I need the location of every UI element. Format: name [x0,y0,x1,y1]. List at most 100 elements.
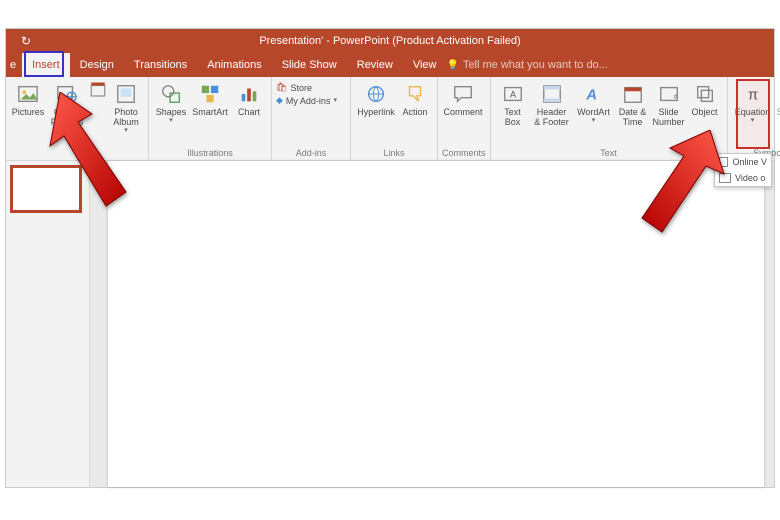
photo-album-button[interactable]: Photo Album ▾ [108,79,144,134]
chart-label: Chart [238,108,260,118]
ribbon: Pictures Online Pictures [6,77,774,161]
dropdown-caret-icon: ▾ [124,126,128,134]
action-button[interactable]: Action [397,79,433,118]
slide-canvas-area[interactable] [90,161,774,487]
smartart-icon [197,81,223,107]
redo-icon[interactable]: ↻ [21,34,31,48]
slide-number-button[interactable]: # Slide Number [651,79,687,128]
video-on-pc-item[interactable]: Video o [715,170,771,186]
pictures-button[interactable]: Pictures [10,79,46,118]
store-icon: 🛍 [276,82,287,93]
header-footer-label: Header & Footer [534,108,569,128]
comment-icon [450,81,476,107]
chart-button[interactable]: Chart [231,79,267,118]
group-images: Pictures Online Pictures [6,77,149,160]
tab-review[interactable]: Review [347,53,403,77]
hyperlink-button[interactable]: Hyperlink [355,79,397,118]
title-bar: ↻ Presentation' - PowerPoint (Product Ac… [6,29,774,53]
text-box-label: Text Box [504,108,521,128]
group-illustrations-label: Illustrations [153,148,267,160]
smartart-button[interactable]: SmartArt [189,79,231,118]
hyperlink-icon [363,81,389,107]
date-time-icon [620,81,646,107]
screenshot-button[interactable] [88,79,108,99]
tab-animations[interactable]: Animations [197,53,271,77]
online-video-icon [719,157,728,167]
group-illustrations: Shapes ▾ SmartArt Chart Illustrations [149,77,272,160]
group-addins: 🛍 Store ◆ My Add-ins ▾ Add-ins [272,77,351,160]
object-button[interactable]: Object [687,79,723,118]
slide-canvas[interactable] [108,161,764,487]
svg-text:#: # [673,94,677,101]
wordart-button[interactable]: A WordArt ▾ [573,79,615,124]
tell-me-placeholder: Tell me what you want to do... [463,59,608,71]
action-label: Action [402,108,427,118]
slide-number-icon: # [656,81,682,107]
shapes-button[interactable]: Shapes ▾ [153,79,189,124]
tab-insert[interactable]: Insert [22,53,70,77]
slide-number-label: Slide Number [653,108,685,128]
photo-album-icon [113,81,139,107]
dropdown-caret-icon: ▾ [333,96,337,104]
group-images-label [10,158,144,160]
video-online-label: Online V [732,157,767,167]
group-text: A Text Box Header & Footer A WordArt ▾ [491,77,728,160]
action-icon [402,81,428,107]
my-addins-label: My Add-ins [286,96,331,106]
picture-icon [15,81,41,107]
group-text-label: Text [495,148,723,160]
my-addins-button[interactable]: ◆ My Add-ins ▾ [276,94,346,107]
store-button[interactable]: 🛍 Store [276,81,346,94]
comment-button[interactable]: Comment [442,79,484,118]
text-box-icon: A [500,81,526,107]
header-footer-button[interactable]: Header & Footer [531,79,573,128]
tab-slideshow[interactable]: Slide Show [272,53,347,77]
date-time-label: Date & Time [619,108,647,128]
video-on-pc-label: Video o [735,173,765,183]
object-label: Object [692,108,718,118]
ribbon-tabs: e Insert Design Transitions Animations S… [6,53,774,77]
addins-icon: ◆ [276,95,283,106]
group-symbols: π Equation ▾ Ω Symbol Symbols [728,77,780,160]
online-pictures-label: Online Pictures [51,108,84,128]
window-title: Presentation' - PowerPoint (Product Acti… [6,35,774,47]
online-pictures-button[interactable]: Online Pictures [46,79,88,128]
hyperlink-label: Hyperlink [357,108,395,118]
dropdown-caret-icon: ▾ [592,116,596,124]
video-online-item[interactable]: Online V [715,154,771,170]
slide-thumbnail-1[interactable] [12,167,80,211]
tab-transitions[interactable]: Transitions [124,53,197,77]
wordart-icon: A [581,81,607,107]
screenshot-icon [89,81,107,99]
group-links-label: Links [355,148,433,160]
group-links: Hyperlink Action Links [351,77,438,160]
dropdown-caret-icon: ▾ [751,116,755,124]
lightbulb-icon: 💡 [446,60,458,71]
dropdown-caret-icon: ▾ [169,116,173,124]
smartart-label: SmartArt [192,108,228,118]
object-icon [692,81,718,107]
tab-view[interactable]: View [403,53,447,77]
workspace [6,161,774,487]
svg-text:A: A [509,90,516,100]
comment-label: Comment [443,108,482,118]
symbol-button[interactable]: Ω Symbol [774,79,780,118]
equation-icon: π [740,81,766,107]
group-comments-label: Comments [442,148,486,160]
pictures-label: Pictures [12,108,45,118]
store-label: Store [290,83,312,93]
tab-file-partial[interactable]: e [6,53,22,77]
group-comments: Comment Comments [438,77,491,160]
video-file-icon [719,173,731,183]
tell-me-search[interactable]: 💡 Tell me what you want to do... [446,53,774,77]
text-box-button[interactable]: A Text Box [495,79,531,128]
online-pictures-icon [54,81,80,107]
svg-text:π: π [747,88,757,104]
symbol-label: Symbol [777,108,780,118]
slide-thumbnails-panel[interactable] [6,161,90,487]
equation-button[interactable]: π Equation ▾ [732,79,774,124]
shapes-icon [158,81,184,107]
tab-design[interactable]: Design [70,53,124,77]
date-time-button[interactable]: Date & Time [615,79,651,128]
svg-text:A: A [585,88,599,104]
